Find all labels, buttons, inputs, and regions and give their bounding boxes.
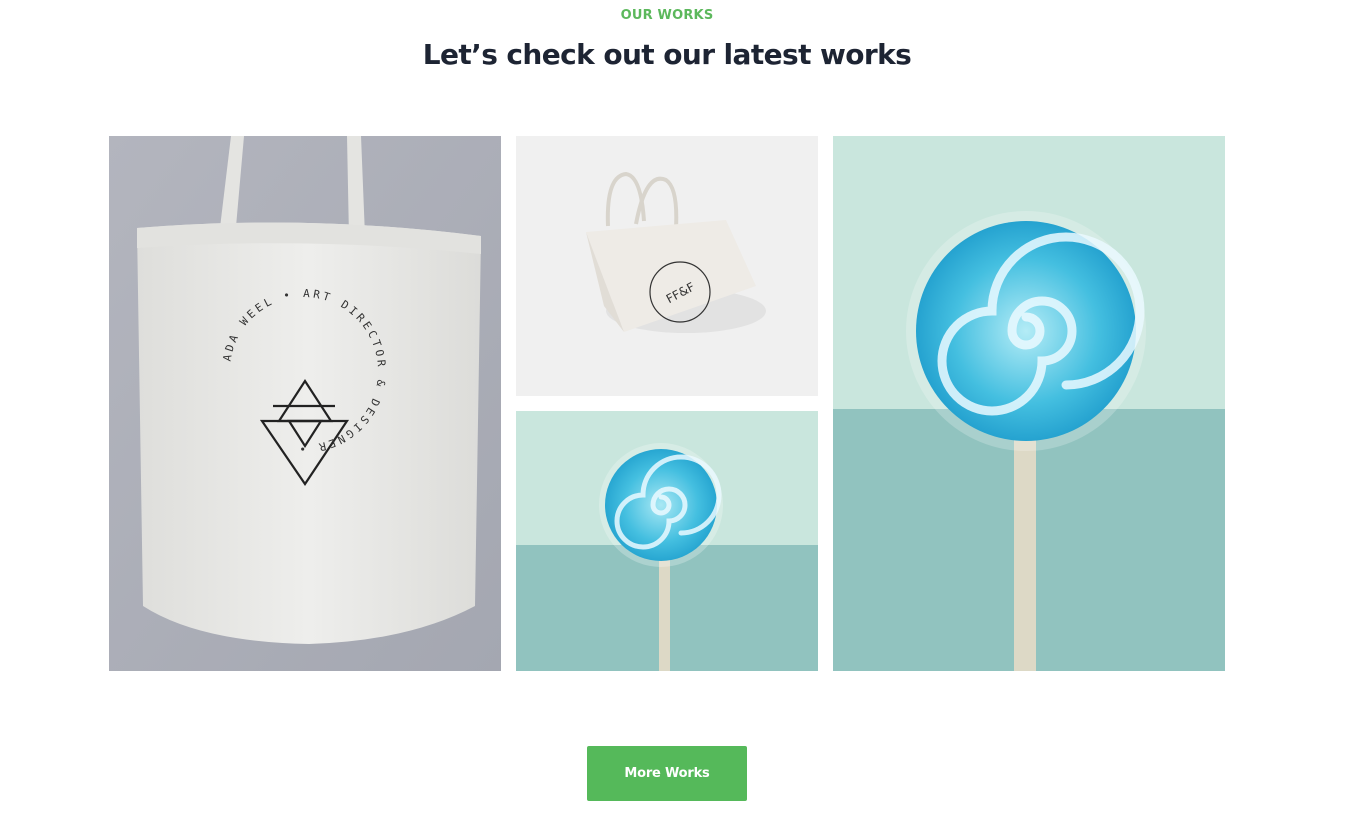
lollipop-small-image: [516, 411, 818, 671]
section-headline: Let’s check out our latest works: [422, 38, 912, 71]
section-eyebrow: OUR WORKS: [620, 8, 714, 23]
work-tile-small-tote[interactable]: FF&F: [516, 136, 818, 396]
tote-bag-image: ADA WEEL • ART DIRECTOR & DESIGNER •: [109, 136, 501, 671]
work-tile-lollipop-large[interactable]: [833, 136, 1225, 671]
work-tile-lollipop-small[interactable]: [516, 411, 818, 671]
lollipop-large-image: [833, 136, 1225, 671]
more-works-button[interactable]: More Works: [587, 746, 747, 801]
work-tile-tote-bag[interactable]: ADA WEEL • ART DIRECTOR & DESIGNER •: [109, 136, 501, 671]
small-tote-image: FF&F: [516, 136, 818, 396]
